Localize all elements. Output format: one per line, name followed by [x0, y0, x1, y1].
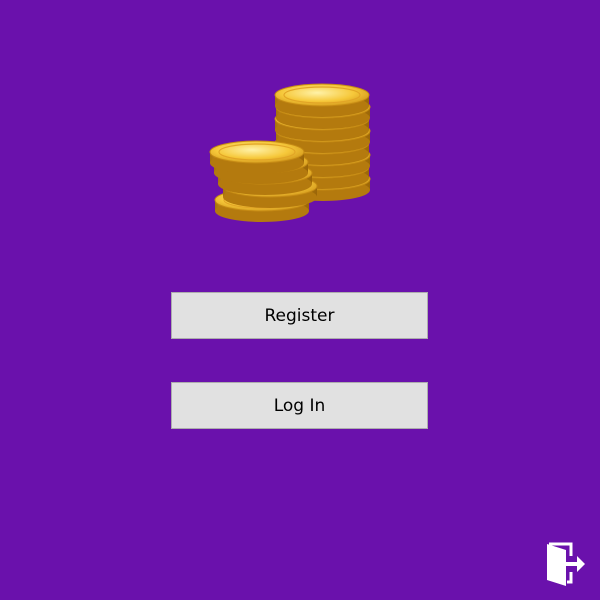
app-window: Register Log In — [0, 0, 600, 600]
login-button[interactable]: Log In — [171, 382, 428, 429]
register-button[interactable]: Register — [171, 292, 428, 339]
exit-door-icon[interactable] — [545, 541, 587, 587]
coin-stack-icon — [205, 76, 375, 226]
